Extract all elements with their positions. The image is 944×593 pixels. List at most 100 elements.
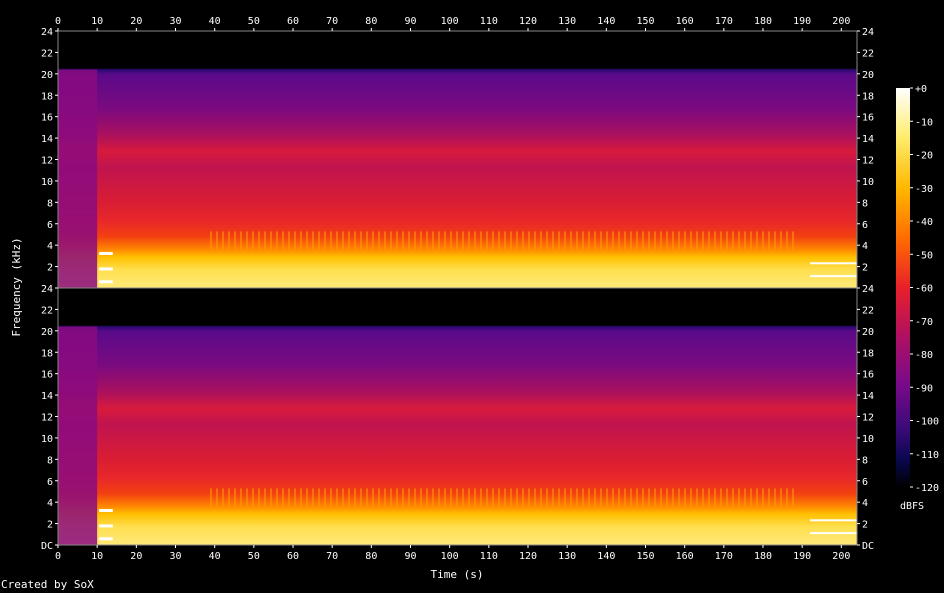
tail-line-2 xyxy=(810,532,857,535)
x-tick-label-top: 130 xyxy=(558,16,576,27)
y-tick-label-right: 8 xyxy=(862,198,868,209)
intro-region xyxy=(58,326,98,545)
tail-line-1 xyxy=(810,262,857,265)
x-tick-label-top: 50 xyxy=(248,16,260,27)
onset-bar-3 xyxy=(99,280,113,284)
x-tick-label-bottom: 120 xyxy=(519,551,537,562)
x-tick-label-bottom: 160 xyxy=(676,551,694,562)
y-tick-label-left: 14 xyxy=(41,391,53,402)
colorbar-tick-label: -100 xyxy=(915,417,939,428)
x-tick-label-bottom: 110 xyxy=(480,551,498,562)
y-tick-label-left: 8 xyxy=(47,198,53,209)
spectrogram-panels xyxy=(57,30,858,546)
x-tick-label-bottom: 190 xyxy=(793,551,811,562)
x-tick-label-top: 150 xyxy=(636,16,654,27)
colorbar-tick-label: -50 xyxy=(915,250,933,261)
colorbar-tick-label: -60 xyxy=(915,284,933,295)
onset-bar-2 xyxy=(99,267,113,271)
x-tick-label-bottom: 100 xyxy=(441,551,459,562)
y-tick-label-left: 6 xyxy=(47,477,53,488)
colorbar-tick-label: -70 xyxy=(915,317,933,328)
y-tick-label-right: 18 xyxy=(862,91,874,102)
x-tick-label-bottom: 0 xyxy=(55,551,61,562)
colorbar-tick-label: -10 xyxy=(915,117,933,128)
onset-bar-1 xyxy=(99,252,113,256)
colorbar-ticks: +0 -10 -20 -30 -40 -50 -60 -70 -80 -90 -100 -110 -12… xyxy=(910,84,939,494)
x-tick-label-bottom: 140 xyxy=(597,551,615,562)
x-tick-label-top: 80 xyxy=(365,16,377,27)
y-tick-label-left: 10 xyxy=(41,177,53,188)
y-tick-label-left: 4 xyxy=(47,498,53,509)
x-tick-label-bottom: 50 xyxy=(248,551,260,562)
y-tick-label-left: DC xyxy=(41,541,53,552)
x-tick-label-bottom: 200 xyxy=(832,551,850,562)
x-tick-label-top: 140 xyxy=(597,16,615,27)
y-tick-label-right: 20 xyxy=(862,70,874,81)
colorbar: +0 -10 -20 -30 -40 -50 -60 -70 -80 -90 -100 -110 -12… xyxy=(896,84,939,512)
y-tick-label-left: 16 xyxy=(41,370,53,381)
tail-line-2 xyxy=(810,275,857,278)
y-tick-label-left: 12 xyxy=(41,413,53,424)
y-tick-label-right: 24 xyxy=(862,27,874,38)
y-tick-label-right: 10 xyxy=(862,434,874,445)
y-tick-label-right: 12 xyxy=(862,156,874,167)
spectrogram-fill xyxy=(58,288,857,545)
y-tick-label-right: 14 xyxy=(862,134,874,145)
y-tick-label-left: 6 xyxy=(47,220,53,231)
y-tick-label-right: 6 xyxy=(862,220,868,231)
y-tick-label-right: 24 xyxy=(862,284,874,295)
x-tick-label-top: 10 xyxy=(91,16,103,27)
y-tick-label-left: 22 xyxy=(41,48,53,59)
y-tick-label-left: 2 xyxy=(47,520,53,531)
y-tick-label-right: DC xyxy=(862,541,874,552)
x-tick-label-bottom: 20 xyxy=(130,551,142,562)
x-tick-label-top: 110 xyxy=(480,16,498,27)
colorbar-gradient xyxy=(896,88,910,487)
y-tick-label-left: 14 xyxy=(41,134,53,145)
colorbar-tick-label: -110 xyxy=(915,450,939,461)
x-tick-label-top: 0 xyxy=(55,16,61,27)
y-tick-label-left: 18 xyxy=(41,348,53,359)
onset-bar-3 xyxy=(99,537,113,541)
harmonic-streaks xyxy=(206,231,795,250)
y-tick-label-right: 8 xyxy=(862,455,868,466)
x-axis-label: Time (s) xyxy=(431,568,484,581)
y-tick-label-left: 24 xyxy=(41,284,53,295)
y-tick-label-right: 6 xyxy=(862,477,868,488)
y-tick-label-left: 4 xyxy=(47,241,53,252)
y-tick-label-right: 18 xyxy=(862,348,874,359)
y-tick-label-left: 18 xyxy=(41,91,53,102)
y-tick-label-right: 14 xyxy=(862,391,874,402)
x-tick-label-top: 70 xyxy=(326,16,338,27)
x-tick-label-top: 180 xyxy=(754,16,772,27)
y-tick-label-left: 22 xyxy=(41,305,53,316)
x-tick-label-bottom: 170 xyxy=(715,551,733,562)
colorbar-label: dBFS xyxy=(900,501,924,512)
x-tick-label-top: 30 xyxy=(169,16,181,27)
y-tick-label-right: 12 xyxy=(862,413,874,424)
y-tick-label-left: 20 xyxy=(41,327,53,338)
x-tick-label-top: 60 xyxy=(287,16,299,27)
channel-panel-2 xyxy=(57,287,858,546)
x-tick-label-bottom: 90 xyxy=(404,551,416,562)
colorbar-tick-label: -80 xyxy=(915,350,933,361)
x-tick-label-top: 120 xyxy=(519,16,537,27)
x-tick-label-top: 100 xyxy=(441,16,459,27)
spectrogram-chart: 0 0 10 10 20 20 30 30 40 40 50 50 60 60 70 70 80 80 90 90 10… xyxy=(10,16,939,581)
y-tick-label-left: 2 xyxy=(47,263,53,274)
x-tick-label-bottom: 180 xyxy=(754,551,772,562)
x-tick-label-top: 90 xyxy=(404,16,416,27)
y-tick-label-left: 20 xyxy=(41,70,53,81)
x-tick-label-top: 160 xyxy=(676,16,694,27)
onset-bar-2 xyxy=(99,524,113,528)
y-tick-label-left: 12 xyxy=(41,156,53,167)
y-tick-label-right: 22 xyxy=(862,48,874,59)
colorbar-tick-label: -120 xyxy=(915,483,939,494)
sox-credit: Created by SoX xyxy=(1,578,94,591)
colorbar-tick-label: -40 xyxy=(915,217,933,228)
y-tick-label-right: 4 xyxy=(862,498,868,509)
y-tick-label-left: 8 xyxy=(47,455,53,466)
colorbar-tick-label: -90 xyxy=(915,383,933,394)
x-tick-label-bottom: 150 xyxy=(636,551,654,562)
y-tick-label-left: 10 xyxy=(41,434,53,445)
